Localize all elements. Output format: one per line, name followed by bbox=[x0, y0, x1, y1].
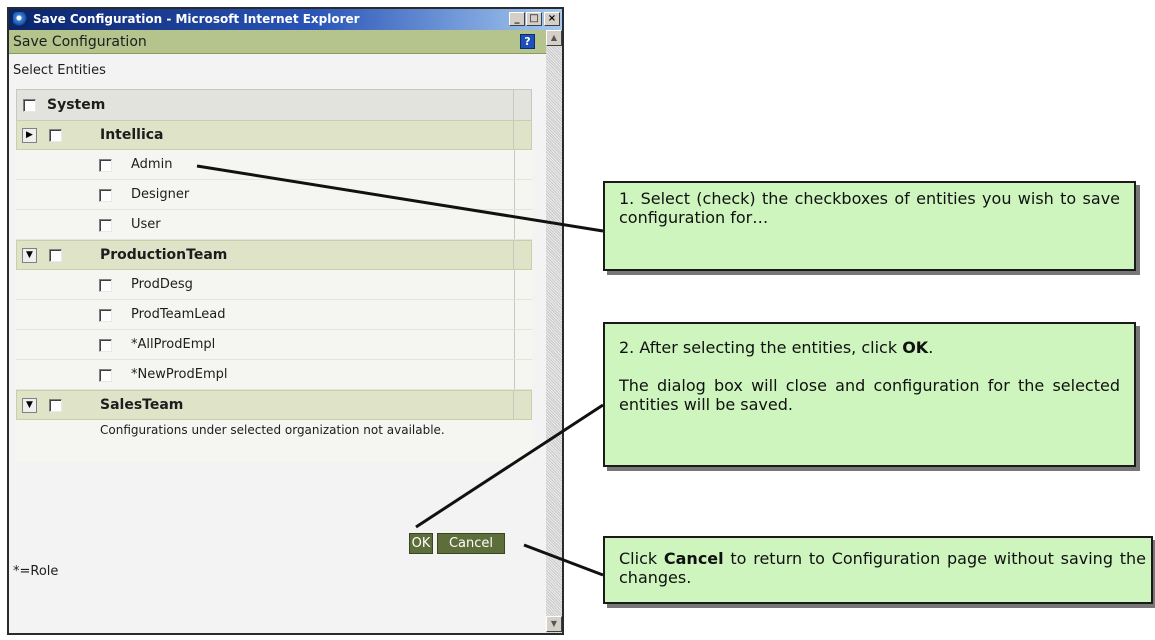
list-item: *NewProdEmpl bbox=[16, 360, 532, 390]
title-bar[interactable]: Save Configuration - Microsoft Internet … bbox=[9, 9, 562, 30]
system-row: System bbox=[16, 89, 532, 121]
salesteam-note-row: Configurations under selected organizati… bbox=[16, 420, 532, 462]
system-checkbox[interactable] bbox=[23, 99, 36, 112]
role-legend: *=Role bbox=[13, 564, 59, 579]
dialog-client: Save Configuration ? Select Entities Sys… bbox=[9, 30, 562, 633]
row-right-cell bbox=[514, 360, 532, 389]
maximize-button[interactable]: □ bbox=[526, 12, 542, 26]
list-item: ProdTeamLead bbox=[16, 300, 532, 330]
entity-label-user: User bbox=[131, 217, 161, 232]
group-row-productionteam: ▼ ProductionTeam bbox=[16, 240, 532, 270]
select-entities-label: Select Entities bbox=[13, 63, 106, 78]
group-label-salesteam: SalesTeam bbox=[100, 397, 184, 413]
admin-checkbox[interactable] bbox=[99, 159, 112, 172]
expand-down-icon[interactable]: ▼ bbox=[22, 398, 37, 413]
entities-table: System ▶ Intellica Admin Designer User ▼… bbox=[16, 89, 532, 516]
row-right-cell bbox=[513, 241, 531, 269]
scroll-down-button[interactable]: ▼ bbox=[546, 616, 562, 632]
dialog-header: Save Configuration ? bbox=[9, 30, 546, 54]
entity-label-newprodempl: *NewProdEmpl bbox=[131, 367, 228, 382]
dialog-title: Save Configuration bbox=[13, 34, 147, 50]
help-icon[interactable]: ? bbox=[520, 34, 535, 49]
group-row-salesteam: ▼ SalesTeam bbox=[16, 390, 532, 420]
intellica-checkbox[interactable] bbox=[49, 129, 62, 142]
callout-ok-text: 2. After selecting the entities, click O… bbox=[619, 338, 934, 357]
prodteamlead-checkbox[interactable] bbox=[99, 309, 112, 322]
dialog-content: Save Configuration ? Select Entities Sys… bbox=[9, 30, 546, 633]
list-item: User bbox=[16, 210, 532, 240]
callout-ok: 2. After selecting the entities, click O… bbox=[603, 322, 1136, 467]
system-label: System bbox=[47, 97, 106, 113]
scroll-up-button[interactable]: ▲ bbox=[546, 30, 562, 46]
salesteam-checkbox[interactable] bbox=[49, 399, 62, 412]
allprodempl-checkbox[interactable] bbox=[99, 339, 112, 352]
unavailable-note: Configurations under selected organizati… bbox=[100, 423, 445, 437]
callout-select: 1. Select (check) the checkboxes of enti… bbox=[603, 181, 1136, 271]
list-item: ProdDesg bbox=[16, 270, 532, 300]
designer-checkbox[interactable] bbox=[99, 189, 112, 202]
row-right-cell bbox=[513, 121, 531, 149]
vertical-scrollbar[interactable]: ▲ ▼ bbox=[546, 30, 562, 633]
list-item: *AllProdEmpl bbox=[16, 330, 532, 360]
callout-select-text: 1. Select (check) the checkboxes of enti… bbox=[619, 189, 1120, 227]
row-right-cell bbox=[513, 90, 531, 120]
callout-cancel: Click Cancel to return to Configuration … bbox=[603, 536, 1153, 604]
row-right-cell bbox=[514, 210, 532, 239]
newprodempl-checkbox[interactable] bbox=[99, 369, 112, 382]
group-label-intellica: Intellica bbox=[100, 127, 164, 143]
entity-label-proddesg: ProdDesg bbox=[131, 277, 193, 292]
proddesg-checkbox[interactable] bbox=[99, 279, 112, 292]
row-right-cell bbox=[514, 330, 532, 359]
ie-window: Save Configuration - Microsoft Internet … bbox=[7, 7, 564, 635]
ok-button[interactable]: OK bbox=[409, 533, 433, 554]
group-label-productionteam: ProductionTeam bbox=[100, 247, 228, 263]
expand-right-icon[interactable]: ▶ bbox=[22, 128, 37, 143]
row-right-cell bbox=[513, 391, 531, 419]
minimize-button[interactable]: _ bbox=[509, 12, 525, 26]
cancel-button[interactable]: Cancel bbox=[437, 533, 505, 554]
row-right-cell bbox=[514, 180, 532, 209]
entity-label-prodteamlead: ProdTeamLead bbox=[131, 307, 226, 322]
callout-cancel-text: Click Cancel to return to Configuration … bbox=[619, 549, 1146, 587]
window-title: Save Configuration - Microsoft Internet … bbox=[33, 12, 360, 26]
row-right-cell bbox=[514, 300, 532, 329]
entity-label-designer: Designer bbox=[131, 187, 190, 202]
close-button[interactable]: × bbox=[544, 12, 560, 26]
user-checkbox[interactable] bbox=[99, 219, 112, 232]
ie-icon bbox=[13, 12, 28, 27]
callout-ok-text-2: The dialog box will close and configurat… bbox=[619, 376, 1120, 414]
productionteam-checkbox[interactable] bbox=[49, 249, 62, 262]
expand-down-icon[interactable]: ▼ bbox=[22, 248, 37, 263]
row-right-cell bbox=[514, 150, 532, 179]
list-item: Designer bbox=[16, 180, 532, 210]
list-item: Admin bbox=[16, 150, 532, 180]
group-row-intellica: ▶ Intellica bbox=[16, 120, 532, 150]
entity-label-allprodempl: *AllProdEmpl bbox=[131, 337, 216, 352]
row-right-cell bbox=[514, 270, 532, 299]
entity-label-admin: Admin bbox=[131, 157, 173, 172]
